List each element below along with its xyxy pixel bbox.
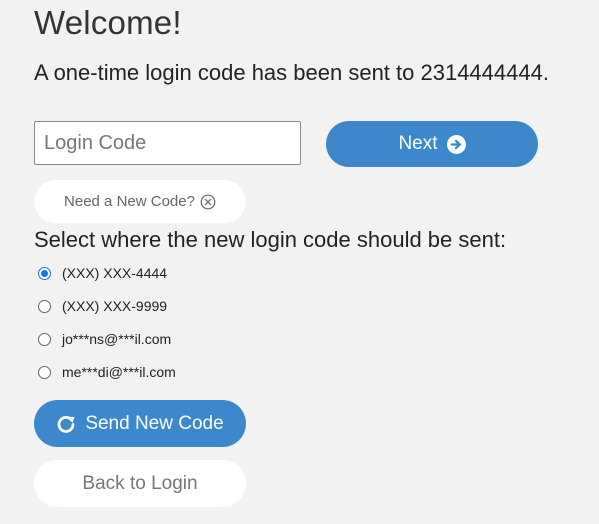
send-new-code-label: Send New Code [85,412,224,434]
delivery-option-label: (XXX) XXX-9999 [62,298,168,314]
code-sent-message: A one-time login code has been sent to 2… [34,60,549,85]
delivery-prompt: Select where the new login code should b… [34,227,507,252]
next-button-label: Next [398,133,438,154]
delivery-radio[interactable] [38,332,51,346]
delivery-option[interactable]: me***di@***il.com [38,364,176,380]
close-circle-icon [200,194,216,210]
next-button[interactable]: Next [326,121,538,167]
delivery-option-label: (XXX) XXX-4444 [62,265,168,281]
need-new-code-button[interactable]: Need a New Code? [34,180,246,223]
delivery-option-label: jo***ns@***il.com [62,331,172,347]
page-title: Welcome! [34,4,182,41]
need-new-code-label: Need a New Code? [64,193,195,210]
arrow-circle-right-icon [446,134,466,154]
login-code-input[interactable] [34,121,301,165]
delivery-radio[interactable] [38,266,51,280]
back-to-login-button[interactable]: Back to Login [34,460,246,507]
delivery-option[interactable]: (XXX) XXX-9999 [38,298,167,314]
send-new-code-button[interactable]: Send New Code [34,400,246,447]
delivery-option[interactable]: jo***ns@***il.com [38,331,171,347]
delivery-option[interactable]: (XXX) XXX-4444 [38,265,167,281]
delivery-radio[interactable] [38,365,51,379]
delivery-option-label: me***di@***il.com [62,364,176,380]
login-code-page: Welcome! A one-time login code has been … [0,0,599,524]
refresh-icon [56,414,76,434]
delivery-radio[interactable] [38,299,51,313]
back-to-login-label: Back to Login [82,472,198,494]
